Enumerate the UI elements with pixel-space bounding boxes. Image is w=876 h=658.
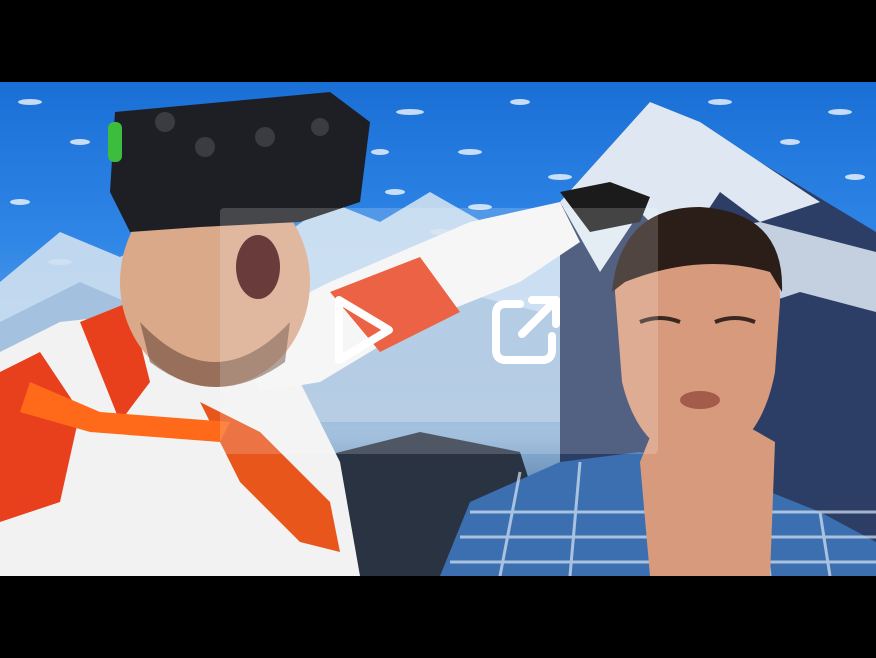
thinking-man-hand <box>640 412 775 576</box>
share-button[interactable] <box>478 282 574 378</box>
share-external-icon <box>492 296 560 364</box>
play-button[interactable] <box>313 282 409 378</box>
video-embed[interactable] <box>0 0 876 658</box>
play-icon <box>335 296 393 364</box>
player-controls-overlay <box>220 208 658 454</box>
